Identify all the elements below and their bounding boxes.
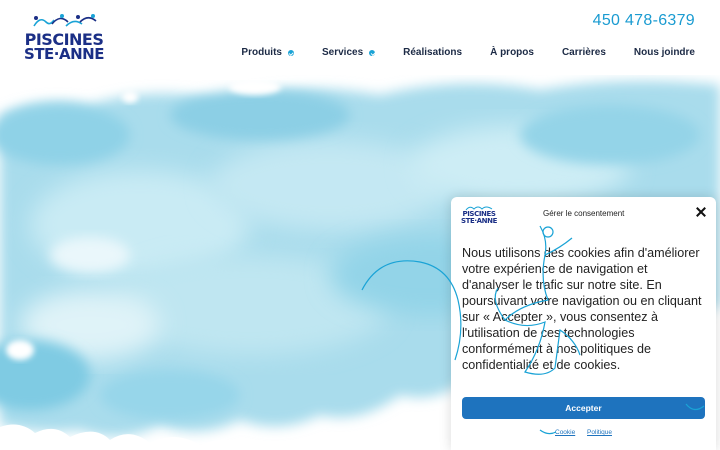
phone-link[interactable]: 450 478-6379 [593,12,695,30]
cookie-logo: PISCINES STE·ANNE [461,205,497,227]
swimmers-icon [33,14,97,27]
chevron-down-icon [287,49,294,56]
nav-item-services[interactable]: Services [321,47,376,58]
cookie-policy-links: Cookie Politique [451,429,716,436]
site-logo[interactable]: PISCINES STE·ANNE [22,12,106,64]
nav-item-nous-joindre[interactable]: Nous joindre [634,47,695,58]
cookie-message: Nous utilisons des cookies afin d'amélio… [462,246,702,372]
nav-item-label: Nous joindre [633,47,695,58]
nav-item-a-propos[interactable]: À propos [490,47,534,58]
site-header: PISCINES STE·ANNE 450 478-6379 Produits … [0,0,720,75]
logo-text-line2: STE·ANNE [24,45,104,63]
privacy-policy-link[interactable]: Politique [587,429,612,436]
nav-item-label: À propos [490,47,534,58]
nav-item-label: Carrières [561,47,606,58]
nav-item-label: Produits [241,47,282,58]
nav-item-label: Réalisations [403,47,463,58]
cookie-consent-dialog: PISCINES STE·ANNE Gérer le consentement … [451,197,716,450]
nav-item-carrieres[interactable]: Carrières [562,47,606,58]
nav-item-realisations[interactable]: Réalisations [403,47,462,58]
close-icon[interactable] [695,206,707,218]
cookie-policy-link[interactable]: Cookie [555,429,575,436]
cookie-logo-line2: STE·ANNE [461,217,497,225]
cookie-dialog-title: Gérer le consentement [543,209,625,218]
chevron-down-icon [369,49,376,56]
main-nav: Produits Services Réalisations À propos … [241,47,695,58]
nav-item-label: Services [321,47,364,58]
nav-item-produits[interactable]: Produits [241,47,294,58]
accept-cookies-button[interactable]: Accepter [462,397,705,419]
